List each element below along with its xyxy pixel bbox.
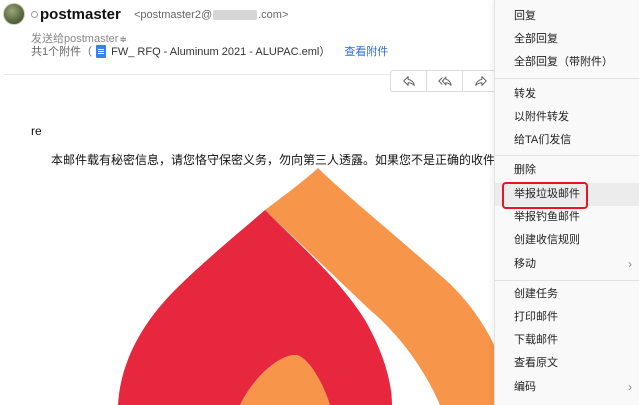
menu-divider	[495, 155, 639, 156]
forward-icon	[475, 76, 487, 86]
chevron-right-icon: ›	[628, 257, 632, 271]
sender-email-suffix: .com>	[258, 9, 289, 21]
menu-item-label: 举报钓鱼邮件	[514, 211, 580, 223]
menu-item-label: 转发	[514, 88, 536, 100]
menu-divider	[495, 280, 639, 281]
menu-item-encoding[interactable]: 编码 ›	[495, 376, 639, 399]
reply-icon	[402, 76, 415, 86]
menu-item-print[interactable]: 打印邮件	[495, 306, 639, 329]
sender-avatar[interactable]	[3, 3, 25, 25]
menu-item-report-phishing[interactable]: 举报钓鱼邮件	[495, 206, 639, 229]
menu-item-label: 编码	[514, 381, 536, 393]
menu-item-label: 回复	[514, 10, 536, 22]
menu-item-label: 全部回复	[514, 33, 558, 45]
menu-item-forward[interactable]: 转发	[495, 83, 639, 106]
menu-item-forward-as-attachment[interactable]: 以附件转发	[495, 106, 639, 129]
sender-email-prefix: <postmaster2@	[134, 9, 213, 21]
status-dot-icon	[31, 11, 38, 18]
view-attachment-link[interactable]: 查看附件	[344, 43, 388, 59]
annotation-highlight-box	[502, 182, 588, 209]
chevron-right-icon: ›	[628, 380, 632, 394]
menu-item-label: 下载邮件	[514, 334, 558, 346]
menu-item-view-source[interactable]: 查看原文	[495, 352, 639, 375]
menu-item-reply-all[interactable]: 全部回复	[495, 28, 639, 51]
menu-item-send-to-them[interactable]: 给TA们发信	[495, 129, 639, 152]
menu-item-label: 创建收信规则	[514, 234, 580, 246]
attachment-count: 共1个附件（	[31, 46, 93, 58]
document-icon	[96, 44, 107, 58]
menu-item-label: 打印邮件	[514, 311, 558, 323]
menu-item-label: 删除	[514, 164, 536, 176]
menu-item-label: 移动	[514, 258, 536, 270]
attachment-line: 共1个附件（ FW_ RFQ - Aluminum 2021 - ALUPAC.…	[31, 44, 388, 58]
reply-all-button[interactable]	[427, 71, 463, 91]
menu-item-create-rule[interactable]: 创建收信规则	[495, 229, 639, 252]
menu-divider	[495, 78, 639, 79]
menu-item-move[interactable]: 移动 ›	[495, 253, 639, 276]
menu-item-reply[interactable]: 回复	[495, 5, 639, 28]
brand-logo-image	[118, 168, 500, 405]
redacted-email-block	[213, 10, 258, 21]
sender-email: <postmaster2@ .com>	[134, 9, 288, 21]
sender-name[interactable]: postmaster	[40, 6, 121, 23]
menu-item-label: 给TA们发信	[514, 134, 572, 146]
menu-item-label: 全部回复（带附件）	[514, 56, 613, 68]
menu-item-create-task[interactable]: 创建任务	[495, 283, 639, 306]
message-greeting: re	[31, 124, 42, 138]
menu-item-reply-all-with-attachments[interactable]: 全部回复（带附件）	[495, 51, 639, 74]
menu-item-label: 以附件转发	[514, 111, 569, 123]
menu-item-delete[interactable]: 删除	[495, 159, 639, 182]
menu-item-label: 查看原文	[514, 357, 558, 369]
message-action-bar	[390, 70, 500, 92]
menu-item-label: 创建任务	[514, 288, 558, 300]
reply-button[interactable]	[391, 71, 427, 91]
attachment-name[interactable]: FW_ RFQ - Aluminum 2021 - ALUPAC.eml）	[111, 43, 330, 59]
reply-all-icon	[437, 76, 452, 86]
menu-item-download[interactable]: 下载邮件	[495, 329, 639, 352]
